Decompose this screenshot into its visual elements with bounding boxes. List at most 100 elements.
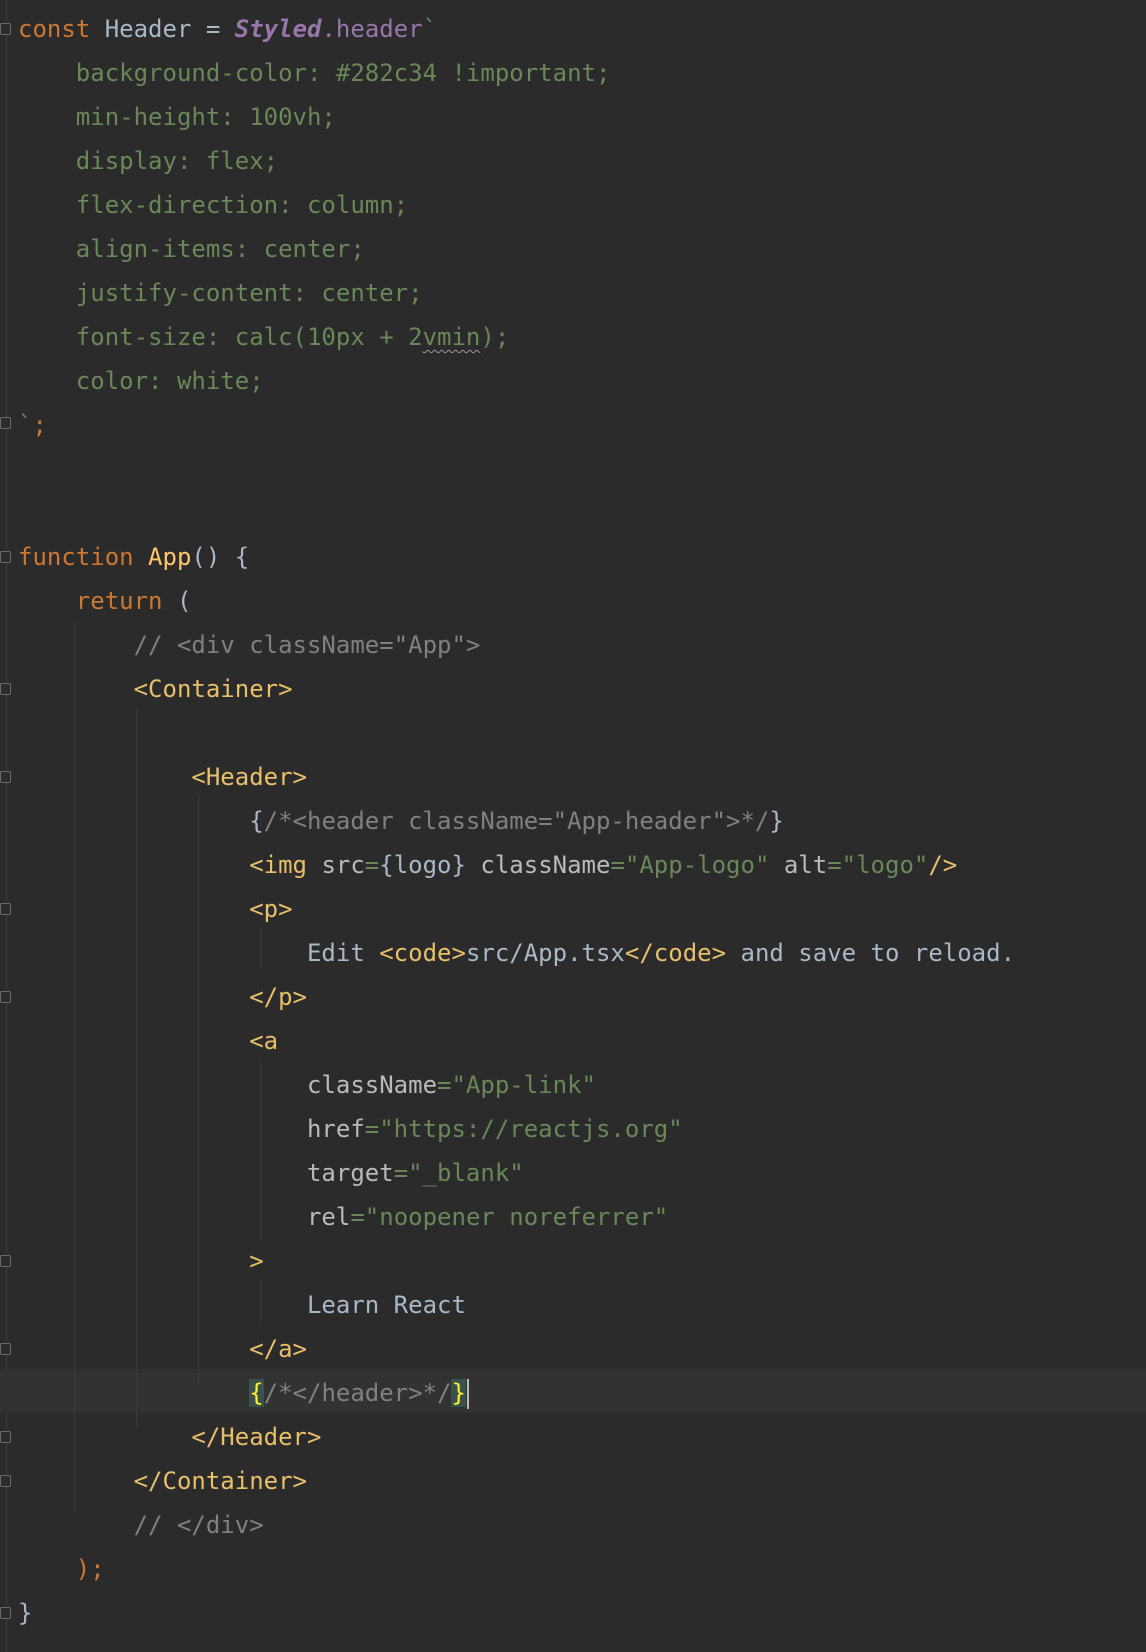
code-line[interactable]: <p> — [18, 887, 292, 931]
code-token: Styled — [234, 15, 322, 43]
code-token: .header — [321, 15, 423, 43]
code-token: </code> — [624, 939, 727, 967]
code-token: ); — [480, 323, 510, 351]
fold-icon[interactable] — [0, 23, 11, 35]
fold-icon[interactable] — [0, 771, 11, 783]
code-line[interactable]: </p> — [18, 975, 307, 1019]
code-line[interactable]: <a — [18, 1019, 278, 1063]
code-token: } — [18, 1599, 33, 1627]
code-line[interactable]: <img src={logo} className="App-logo" alt… — [18, 843, 957, 887]
code-token: ="noopener noreferrer" — [350, 1203, 669, 1231]
code-token: <a — [18, 1027, 279, 1055]
code-line[interactable]: // </div> — [18, 1503, 264, 1547]
code-token: </Container> — [18, 1467, 307, 1495]
fold-icon[interactable] — [0, 1343, 11, 1355]
code-token: ); — [18, 1555, 105, 1583]
code-token: font-size: calc(10px + 2 — [18, 323, 423, 351]
code-token: <img — [18, 851, 322, 879]
code-editor[interactable]: const Header = Styled.header` background… — [0, 0, 1146, 1652]
code-line[interactable]: justify-content: center; — [18, 271, 423, 315]
code-line[interactable]: Learn React — [18, 1283, 466, 1327]
code-token: // <div className="App"> — [18, 631, 481, 659]
code-line[interactable]: </a> — [18, 1327, 307, 1371]
code-line[interactable]: {/*<header className="App-header">*/} — [18, 799, 784, 843]
code-token: display: flex; — [18, 147, 279, 175]
code-token: ; — [32, 411, 47, 439]
code-token: <Header> — [18, 763, 307, 791]
fold-icon[interactable] — [0, 1475, 11, 1487]
code-token: App — [148, 543, 192, 571]
code-line[interactable]: href="https://reactjs.org" — [18, 1107, 683, 1151]
code-token: ="https://reactjs.org" — [364, 1115, 683, 1143]
code-line[interactable]: rel="noopener noreferrer" — [18, 1195, 668, 1239]
code-token: ="App-logo" — [610, 851, 784, 879]
code-line[interactable]: <Header> — [18, 755, 307, 799]
code-line[interactable]: ); — [18, 1547, 105, 1591]
code-line[interactable]: return ( — [18, 579, 192, 623]
code-line[interactable]: `; — [18, 403, 47, 447]
code-token: { — [249, 1379, 264, 1407]
code-token: <Container> — [18, 675, 293, 703]
code-token: = — [205, 15, 235, 43]
code-line[interactable]: Edit <code>src/App.tsx</code> and save t… — [18, 931, 1015, 975]
code-line[interactable]: function App() { — [18, 535, 249, 579]
code-token: ="logo" — [827, 851, 929, 879]
code-line[interactable]: const Header = Styled.header` — [18, 7, 437, 51]
code-line[interactable]: target="_blank" — [18, 1151, 524, 1195]
code-token: Header — [104, 15, 206, 43]
code-token: ="_blank" — [393, 1159, 524, 1187]
code-line[interactable]: className="App-link" — [18, 1063, 596, 1107]
code-token: } — [451, 1379, 466, 1407]
fold-icon[interactable] — [0, 991, 11, 1003]
code-line[interactable]: </Header> — [18, 1415, 321, 1459]
code-line[interactable]: > — [18, 1239, 264, 1283]
code-token: function — [18, 543, 149, 571]
fold-icon[interactable] — [0, 1607, 11, 1619]
code-token: ="App-link" — [437, 1071, 596, 1099]
code-token: /> — [928, 851, 958, 879]
fold-icon[interactable] — [0, 551, 11, 563]
code-token: ` — [18, 411, 33, 439]
code-line[interactable]: font-size: calc(10px + 2vmin); — [18, 315, 509, 359]
fold-icon[interactable] — [0, 417, 11, 429]
fold-icon[interactable] — [0, 903, 11, 915]
code-token: className — [18, 1071, 438, 1099]
code-token: flex-direction: column; — [18, 191, 409, 219]
code-line[interactable]: } — [18, 1591, 32, 1635]
code-token: ` — [422, 15, 438, 43]
code-token: // </div> — [18, 1511, 264, 1539]
code-line[interactable]: <Container> — [18, 667, 293, 711]
text-caret — [466, 1379, 469, 1409]
fold-icon[interactable] — [0, 1431, 11, 1443]
code-token: src/App.tsx — [465, 939, 625, 967]
code-line[interactable]: color: white; — [18, 359, 264, 403]
fold-icon[interactable] — [0, 1255, 11, 1267]
code-token: /*</header>*/ — [263, 1379, 452, 1407]
code-line[interactable]: </Container> — [18, 1459, 307, 1503]
code-line[interactable]: display: flex; — [18, 139, 278, 183]
code-token: justify-content: center; — [18, 279, 423, 307]
code-token: </p> — [18, 983, 307, 1011]
code-token: > — [18, 1247, 264, 1275]
code-token: align-items: center; — [18, 235, 365, 263]
code-token: = — [364, 851, 380, 879]
code-token: () { — [191, 543, 250, 571]
code-token: return — [18, 587, 177, 615]
code-token: { — [18, 807, 264, 835]
fold-icon[interactable] — [0, 683, 11, 695]
code-token: alt — [783, 851, 828, 879]
code-token: Learn React — [18, 1291, 466, 1319]
code-token: vmin — [422, 323, 481, 351]
code-line[interactable]: min-height: 100vh; — [18, 95, 336, 139]
code-token: Edit — [18, 939, 380, 967]
code-token: background-color: #282c34 !important; — [18, 59, 611, 87]
code-line[interactable]: background-color: #282c34 !important; — [18, 51, 611, 95]
code-line[interactable]: {/*</header>*/} — [18, 1371, 469, 1415]
code-line[interactable]: // <div className="App"> — [18, 623, 481, 667]
code-token: href — [18, 1115, 365, 1143]
code-token: rel — [18, 1203, 351, 1231]
code-line[interactable]: flex-direction: column; — [18, 183, 408, 227]
code-line[interactable]: align-items: center; — [18, 227, 365, 271]
code-token: and save to reload. — [726, 939, 1016, 967]
